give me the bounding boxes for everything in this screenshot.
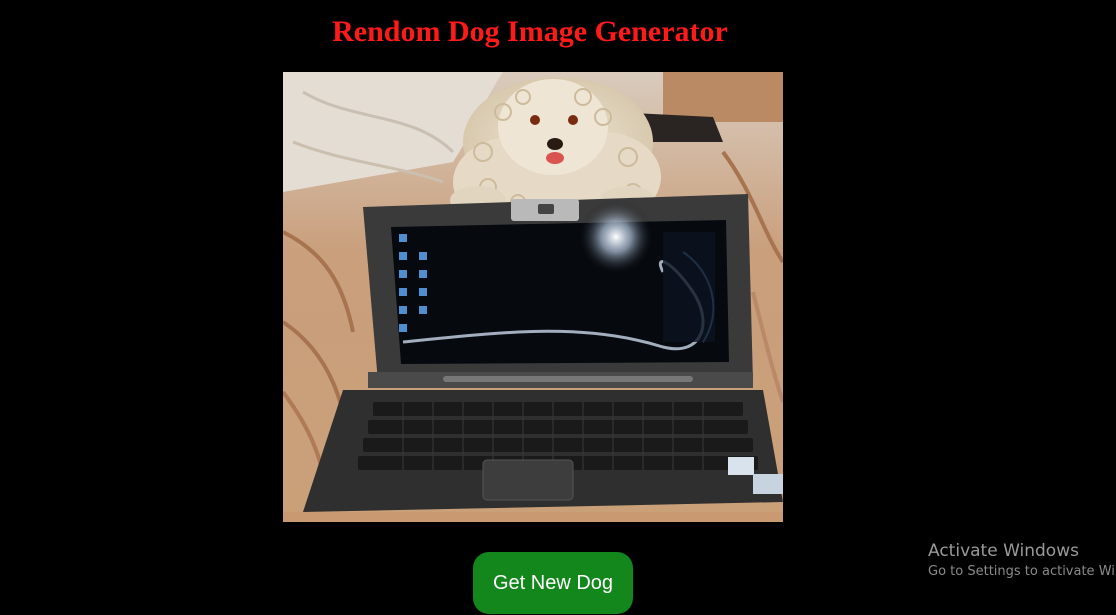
- watermark-title: Activate Windows: [928, 541, 1079, 561]
- dog-photo: [283, 72, 783, 522]
- dog-image: [283, 72, 783, 522]
- activate-windows-watermark: Activate Windows Go to Settings to activ…: [928, 540, 1116, 582]
- get-new-dog-button[interactable]: Get New Dog: [473, 552, 633, 614]
- watermark-subtitle: Go to Settings to activate Windows.: [928, 564, 1116, 579]
- page: Rendom Dog Image Generator Get New Dog A…: [0, 0, 1116, 615]
- page-title: Rendom Dog Image Generator: [332, 15, 728, 48]
